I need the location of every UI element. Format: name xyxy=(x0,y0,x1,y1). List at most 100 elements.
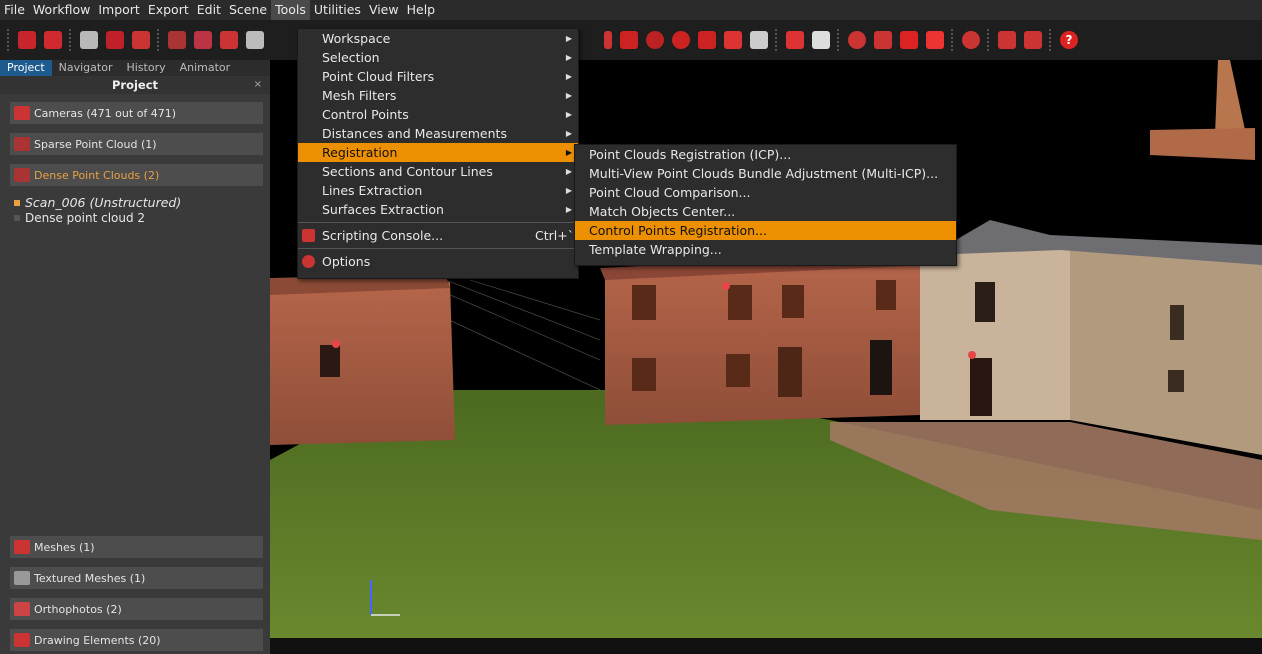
crop-icon[interactable] xyxy=(874,31,892,49)
toolbar-separator xyxy=(1049,29,1053,51)
chevron-right-icon: ▶ xyxy=(565,129,572,138)
textured-mesh-icon xyxy=(14,571,30,585)
menu-divider xyxy=(298,248,578,249)
screenshot-icon[interactable] xyxy=(750,31,768,49)
brush-icon[interactable] xyxy=(604,31,612,49)
settings-icon[interactable] xyxy=(962,31,980,49)
view-cube-icon[interactable] xyxy=(998,31,1016,49)
target-icon[interactable] xyxy=(646,31,664,49)
gear-icon xyxy=(302,255,315,268)
menu-item-scripting-console[interactable]: Scripting Console... Ctrl+` xyxy=(298,226,578,245)
undo-icon[interactable] xyxy=(786,31,804,49)
church-wing xyxy=(1070,240,1262,455)
gear-cube-icon[interactable] xyxy=(724,31,742,49)
tree-item-dense-point-cloud-2[interactable]: Dense point cloud 2 xyxy=(14,211,145,225)
menu-edit[interactable]: Edit xyxy=(193,0,225,20)
menu-item-workspace[interactable]: Workspace ▶ xyxy=(298,29,578,48)
ruler-icon[interactable] xyxy=(900,31,918,49)
redo-icon[interactable] xyxy=(812,31,830,49)
menu-item-point-cloud-filters[interactable]: Point Cloud Filters ▶ xyxy=(298,67,578,86)
category-cameras[interactable]: Cameras (471 out of 471) xyxy=(10,102,263,124)
chevron-right-icon: ▶ xyxy=(565,148,572,157)
tab-history[interactable]: History xyxy=(119,60,172,76)
menu-help[interactable]: Help xyxy=(403,0,440,20)
robot-icon[interactable] xyxy=(620,31,638,49)
menu-item-registration[interactable]: Registration ▶ xyxy=(298,143,578,162)
close-icon[interactable]: × xyxy=(254,76,262,94)
menu-item-control-points[interactable]: Control Points ▶ xyxy=(298,105,578,124)
menu-item-mesh-filters[interactable]: Mesh Filters ▶ xyxy=(298,86,578,105)
menu-item-icp[interactable]: Point Clouds Registration (ICP)... xyxy=(575,145,956,164)
menu-item-control-points-registration[interactable]: Control Points Registration... xyxy=(575,221,956,240)
menu-item-match-objects-center[interactable]: Match Objects Center... xyxy=(575,202,956,221)
menu-item-template-wrapping[interactable]: Template Wrapping... xyxy=(575,240,956,259)
tab-animator[interactable]: Animator xyxy=(173,60,238,76)
status-indicator xyxy=(14,215,20,221)
shortcut-label: Ctrl+` xyxy=(535,228,574,243)
star-cube-icon[interactable] xyxy=(132,31,150,49)
category-label: Sparse Point Cloud (1) xyxy=(34,137,157,151)
menu-tools[interactable]: Tools xyxy=(271,0,310,20)
chevron-right-icon: ▶ xyxy=(565,167,572,176)
window xyxy=(728,285,752,320)
menu-file[interactable]: File xyxy=(0,0,29,20)
category-textured-meshes[interactable]: Textured Meshes (1) xyxy=(10,567,263,589)
chart-icon[interactable] xyxy=(926,31,944,49)
menu-scene[interactable]: Scene xyxy=(225,0,271,20)
package-icon[interactable] xyxy=(1024,31,1042,49)
window xyxy=(876,280,896,310)
bell-tower xyxy=(1215,60,1245,135)
cube-icon[interactable] xyxy=(106,31,124,49)
menu-item-surfaces-extraction[interactable]: Surfaces Extraction ▶ xyxy=(298,200,578,219)
cloud-icon[interactable] xyxy=(168,31,186,49)
mesh-icon[interactable] xyxy=(220,31,238,49)
menu-utilities[interactable]: Utilities xyxy=(310,0,365,20)
left-building-window xyxy=(320,345,340,377)
sphere-icon[interactable] xyxy=(672,31,690,49)
save-icon[interactable] xyxy=(44,31,62,49)
menu-import[interactable]: Import xyxy=(94,0,144,20)
orbit-icon[interactable] xyxy=(848,31,866,49)
camera-grid-icon[interactable] xyxy=(80,31,98,49)
category-orthophotos[interactable]: Orthophotos (2) xyxy=(10,598,263,620)
category-drawing-elements[interactable]: Drawing Elements (20) xyxy=(10,629,263,651)
panel-tabs: Project Navigator History Animator xyxy=(0,60,270,76)
sparse-cloud-icon xyxy=(14,137,30,151)
tree-item-scan-006[interactable]: Scan_006 (Unstructured) xyxy=(14,195,181,210)
help-icon[interactable]: ? xyxy=(1060,31,1078,49)
camera-icon xyxy=(14,106,30,120)
bell-tower-base xyxy=(1150,128,1255,160)
menu-item-options[interactable]: Options xyxy=(298,252,578,271)
category-dense-point-clouds[interactable]: Dense Point Clouds (2) xyxy=(10,164,263,186)
viewport-status-strip xyxy=(270,638,1262,654)
menu-item-distances[interactable]: Distances and Measurements ▶ xyxy=(298,124,578,143)
menu-item-point-cloud-comparison[interactable]: Point Cloud Comparison... xyxy=(575,183,956,202)
menu-item-sections[interactable]: Sections and Contour Lines ▶ xyxy=(298,162,578,181)
texture-icon[interactable] xyxy=(246,31,264,49)
menu-view[interactable]: View xyxy=(365,0,403,20)
menu-item-multi-icp[interactable]: Multi-View Point Clouds Bundle Adjustmen… xyxy=(575,164,956,183)
menu-workflow[interactable]: Workflow xyxy=(29,0,94,20)
toolbar-separator xyxy=(987,29,991,51)
box-icon[interactable] xyxy=(698,31,716,49)
toolbar-separator xyxy=(69,29,73,51)
new-project-icon[interactable] xyxy=(18,31,36,49)
tab-project[interactable]: Project xyxy=(0,60,52,76)
menu-item-selection[interactable]: Selection ▶ xyxy=(298,48,578,67)
church-window xyxy=(1170,305,1184,340)
menu-bar: File Workflow Import Export Edit Scene T… xyxy=(0,0,1262,20)
menu-item-lines-extraction[interactable]: Lines Extraction ▶ xyxy=(298,181,578,200)
chevron-right-icon: ▶ xyxy=(565,91,572,100)
tools-menu: Workspace ▶ Selection ▶ Point Cloud Filter… xyxy=(297,28,579,279)
category-meshes[interactable]: Meshes (1) xyxy=(10,536,263,558)
category-sparse-point-cloud[interactable]: Sparse Point Cloud (1) xyxy=(10,133,263,155)
chevron-right-icon: ▶ xyxy=(565,53,572,62)
toolbar-separator xyxy=(775,29,779,51)
category-label: Meshes (1) xyxy=(34,540,95,554)
window xyxy=(632,358,656,391)
control-point-marker xyxy=(332,340,340,348)
dense-cloud-icon[interactable] xyxy=(194,31,212,49)
tab-navigator[interactable]: Navigator xyxy=(52,60,120,76)
drawing-icon xyxy=(14,633,30,647)
menu-export[interactable]: Export xyxy=(144,0,193,20)
